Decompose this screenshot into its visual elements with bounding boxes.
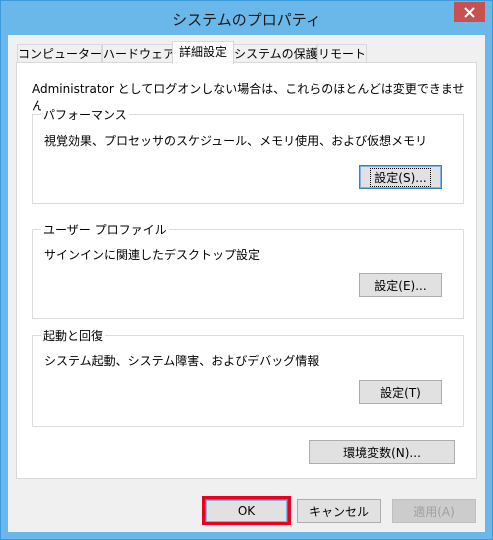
performance-group: パフォーマンス 視覚効果、プロセッサのスケジュール、メモリ使用、および仮想メモリ…	[32, 106, 464, 204]
performance-title: パフォーマンス	[41, 106, 129, 123]
tab-remote[interactable]: リモート	[317, 44, 367, 63]
tab-label: 詳細設定	[178, 45, 227, 59]
tab-computer-name[interactable]: コンピューター名	[17, 44, 114, 63]
window-title: システムのプロパティ	[172, 11, 321, 29]
performance-desc: 視覚効果、プロセッサのスケジュール、メモリ使用、および仮想メモリ	[44, 134, 428, 148]
cancel-button[interactable]: キャンセル	[297, 499, 381, 523]
startup-recovery-group: 起動と回復 システム起動、システム障害、およびデバッグ情報 設定(T)	[32, 327, 464, 427]
user-profile-title: ユーザー プロファイル	[41, 221, 169, 238]
button-label: 適用(A)	[413, 504, 455, 519]
close-icon	[464, 6, 475, 18]
performance-settings-button[interactable]: 設定(S)...	[359, 165, 442, 189]
apply-button[interactable]: 適用(A)	[392, 499, 476, 523]
user-profile-desc: サインインに関連したデスクトップ設定	[44, 248, 261, 262]
button-label: キャンセル	[308, 504, 369, 519]
tab-system-protection[interactable]: システムの保護	[233, 44, 318, 63]
tab-label: リモート	[318, 47, 367, 61]
title-bar[interactable]: システムのプロパティ	[1, 1, 492, 35]
ok-highlight-box	[202, 496, 291, 525]
close-button[interactable]	[454, 2, 485, 22]
button-label: 設定(E)...	[374, 278, 427, 293]
tab-hardware[interactable]: ハードウェア	[102, 44, 176, 63]
system-properties-window: システムのプロパティ コンピューター名 ハードウェア 詳細設定 システムの保護 …	[0, 0, 493, 540]
tab-advanced[interactable]: 詳細設定	[172, 41, 234, 64]
tab-label: コンピューター名	[18, 47, 115, 61]
startup-recovery-settings-button[interactable]: 設定(T)	[359, 380, 442, 404]
dialog-client: コンピューター名 ハードウェア 詳細設定 システムの保護 リモート Admini…	[8, 35, 485, 532]
startup-recovery-title: 起動と回復	[41, 327, 106, 344]
button-label: 設定(S)...	[370, 167, 431, 187]
tab-label: システムの保護	[234, 47, 318, 61]
tab-label: ハードウェア	[103, 47, 176, 61]
advanced-panel: Administrator としてログオンしない場合は、これらのほとんどは変更で…	[16, 62, 477, 479]
user-profile-group: ユーザー プロファイル サインインに関連したデスクトップ設定 設定(E)...	[32, 221, 464, 319]
environment-variables-button[interactable]: 環境変数(N)...	[309, 440, 455, 464]
startup-recovery-desc: システム起動、システム障害、およびデバッグ情報	[44, 354, 320, 368]
button-label: 設定(T)	[380, 385, 421, 400]
user-profile-settings-button[interactable]: 設定(E)...	[359, 273, 442, 297]
button-label: 環境変数(N)...	[343, 445, 421, 460]
